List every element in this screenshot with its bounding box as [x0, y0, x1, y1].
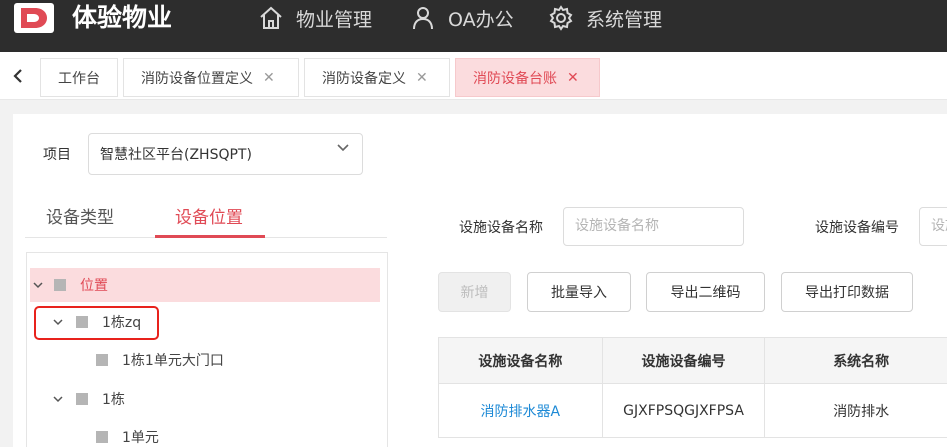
close-icon[interactable]: ✕ — [416, 70, 428, 86]
equipment-code-label: 设施设备编号 — [815, 220, 899, 236]
close-icon[interactable]: ✕ — [263, 70, 275, 86]
equipment-name-label: 设施设备名称 — [459, 220, 543, 236]
close-icon[interactable]: ✕ — [567, 70, 579, 86]
equipment-name-link[interactable]: 消防排水器A — [439, 384, 603, 438]
node-checkbox[interactable] — [96, 431, 108, 443]
tabs-scroll-left-button[interactable] — [6, 63, 30, 89]
project-select[interactable]: 智慧社区平台(ZHSQPT) — [88, 133, 363, 175]
nav-oa-office[interactable]: OA办公 — [410, 3, 514, 33]
equipment-name-input[interactable]: 设施设备名称 — [563, 207, 744, 246]
export-print-button[interactable]: 导出打印数据 — [781, 272, 913, 312]
chevron-down-icon[interactable] — [30, 277, 46, 293]
project-label: 项目 — [43, 147, 71, 163]
tree-node[interactable]: 1栋 — [50, 382, 125, 416]
tree-node-label: 1栋 — [102, 392, 125, 408]
node-checkbox[interactable] — [54, 279, 66, 291]
tab-label: 消防设备台账 — [473, 70, 557, 87]
table-cell: GJXFPSQGJXFPSA — [602, 384, 766, 438]
table-cell: 消防排水 — [765, 384, 947, 438]
tab-label: 消防设备定义 — [322, 70, 406, 87]
tree-node-label: 1栋1单元大门口 — [122, 353, 224, 369]
logo-icon — [14, 3, 54, 33]
nav-system-management[interactable]: 系统管理 — [548, 3, 662, 33]
equipment-table: 设施设备名称 设施设备编号 系统名称 消防排水器A GJXFPSQGJXFPSA… — [438, 337, 947, 438]
tab-label: 工作台 — [58, 70, 100, 87]
batch-import-button[interactable]: 批量导入 — [527, 272, 631, 312]
equipment-code-input[interactable]: 设施设备编号 — [919, 207, 947, 246]
node-checkbox[interactable] — [96, 354, 108, 366]
tree-node-root[interactable]: 位置 — [30, 268, 380, 302]
active-tab-indicator — [155, 235, 265, 238]
node-checkbox[interactable] — [76, 393, 88, 405]
table-header: 设施设备名称 设施设备编号 系统名称 — [439, 338, 947, 384]
chevron-down-icon — [337, 144, 349, 152]
chevron-left-icon — [13, 69, 22, 83]
nav-label: OA办公 — [448, 8, 514, 31]
annotation-highlight-box — [34, 306, 159, 340]
add-button[interactable]: 新增 — [438, 272, 511, 312]
tab-equipment-type[interactable]: 设备类型 — [46, 203, 114, 228]
column-header: 系统名称 — [765, 338, 947, 384]
home-icon — [260, 6, 282, 29]
tab-label: 消防设备位置定义 — [141, 70, 253, 87]
export-qr-button[interactable]: 导出二维码 — [646, 272, 765, 312]
nav-label: 物业管理 — [296, 8, 373, 31]
tab-equipment-location[interactable]: 设备位置 — [175, 203, 243, 228]
user-icon — [413, 7, 433, 30]
tab-fire-equipment-location[interactable]: 消防设备位置定义 ✕ — [123, 58, 299, 97]
tab-fire-equipment-ledger[interactable]: 消防设备台账 ✕ — [455, 58, 600, 97]
app-title: 体验物业 — [72, 3, 173, 32]
gear-icon — [549, 5, 573, 31]
tree-node-label: 1单元 — [122, 430, 159, 446]
top-navigation-bar: 体验物业 物业管理 OA办公 系统管理 — [0, 0, 947, 52]
table-row: 消防排水器A GJXFPSQGJXFPSA 消防排水 — [439, 384, 947, 438]
tree-node[interactable]: 1单元 — [88, 420, 159, 447]
column-header: 设施设备编号 — [602, 338, 766, 384]
nav-label: 系统管理 — [586, 8, 663, 31]
page-tab-strip: 工作台 消防设备位置定义 ✕ 消防设备定义 ✕ 消防设备台账 ✕ — [0, 52, 947, 100]
nav-property-management[interactable]: 物业管理 — [258, 3, 372, 33]
tab-fire-equipment-definition[interactable]: 消防设备定义 ✕ — [304, 58, 450, 97]
tree-node[interactable]: 1栋1单元大门口 — [88, 343, 224, 377]
chevron-down-icon[interactable] — [50, 391, 66, 407]
tree-node-label: 位置 — [80, 278, 108, 294]
project-value: 智慧社区平台(ZHSQPT) — [100, 147, 252, 163]
column-header: 设施设备名称 — [439, 338, 603, 384]
tab-workbench[interactable]: 工作台 — [40, 58, 118, 97]
